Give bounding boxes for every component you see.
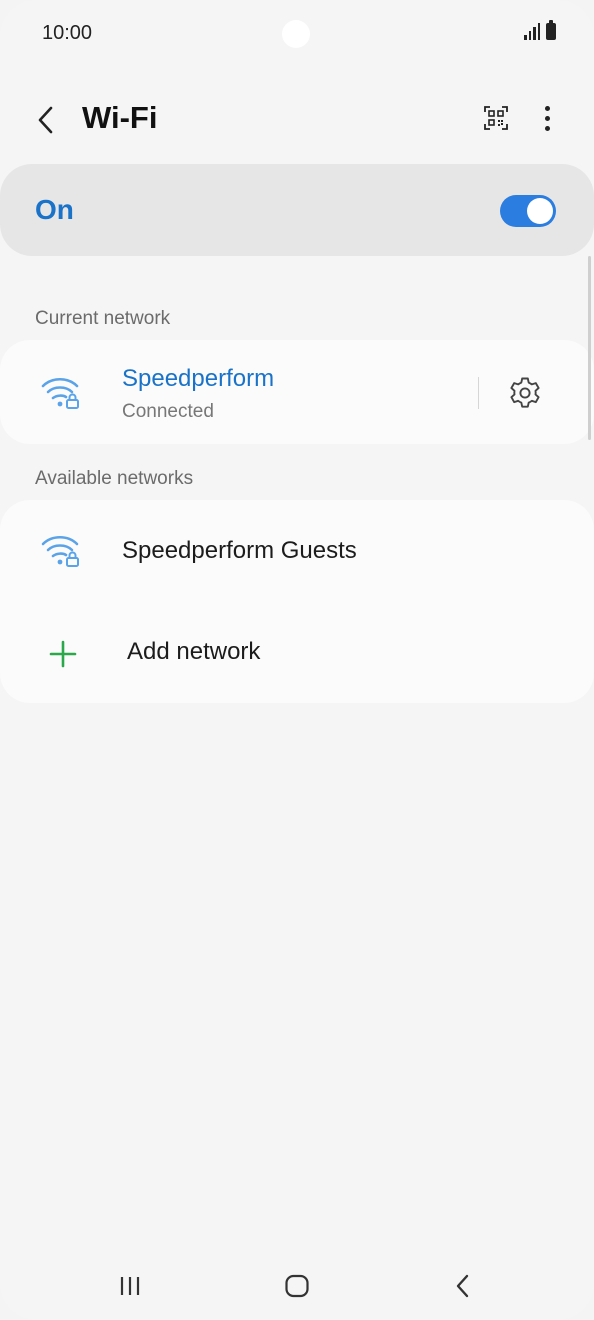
home-button[interactable] (277, 1270, 317, 1302)
camera-cutout (282, 20, 310, 48)
scroll-indicator (588, 256, 591, 440)
qr-scan-button[interactable] (480, 102, 512, 134)
current-network-header: Current network (35, 308, 171, 329)
available-network-name: Speedperform Guests (122, 537, 357, 564)
available-networks-card: Speedperform Guests Add network (0, 500, 594, 703)
network-settings-button[interactable] (505, 373, 545, 413)
signal-icon (524, 22, 540, 40)
page-title: Wi-Fi (82, 100, 158, 135)
battery-icon (546, 20, 556, 40)
available-networks-header: Available networks (35, 468, 194, 489)
divider (478, 377, 479, 409)
recents-button[interactable] (110, 1270, 150, 1302)
current-network-status: Connected (122, 401, 214, 422)
wifi-lock-icon (41, 535, 79, 567)
chevron-left-icon (38, 106, 53, 134)
add-network-row[interactable]: Add network (0, 602, 594, 703)
add-network-label: Add network (127, 638, 261, 665)
recents-icon (120, 1277, 140, 1295)
wifi-lock-icon (41, 377, 79, 409)
plus-icon (49, 640, 77, 668)
home-icon (285, 1274, 309, 1298)
wifi-state-label: On (35, 194, 74, 225)
back-button[interactable] (28, 98, 64, 142)
current-network-name: Speedperform (122, 365, 275, 392)
wifi-settings-screen: 10:00 Wi-Fi On Current network Speedperf… (0, 0, 594, 1320)
back-icon (456, 1274, 469, 1298)
more-options-button[interactable] (532, 102, 562, 134)
header: Wi-Fi (0, 90, 594, 150)
current-network-card: Speedperform Connected (0, 340, 594, 444)
status-icons (524, 20, 556, 40)
gear-icon (510, 377, 540, 408)
more-vertical-icon (544, 105, 550, 111)
status-time: 10:00 (42, 22, 93, 44)
qr-code-scan-icon (484, 106, 508, 130)
nav-back-button[interactable] (443, 1270, 483, 1302)
navigation-bar (0, 1262, 594, 1310)
toggle-knob (527, 198, 553, 224)
available-network-row[interactable]: Speedperform Guests (0, 500, 594, 602)
wifi-toggle-switch[interactable] (500, 195, 556, 227)
